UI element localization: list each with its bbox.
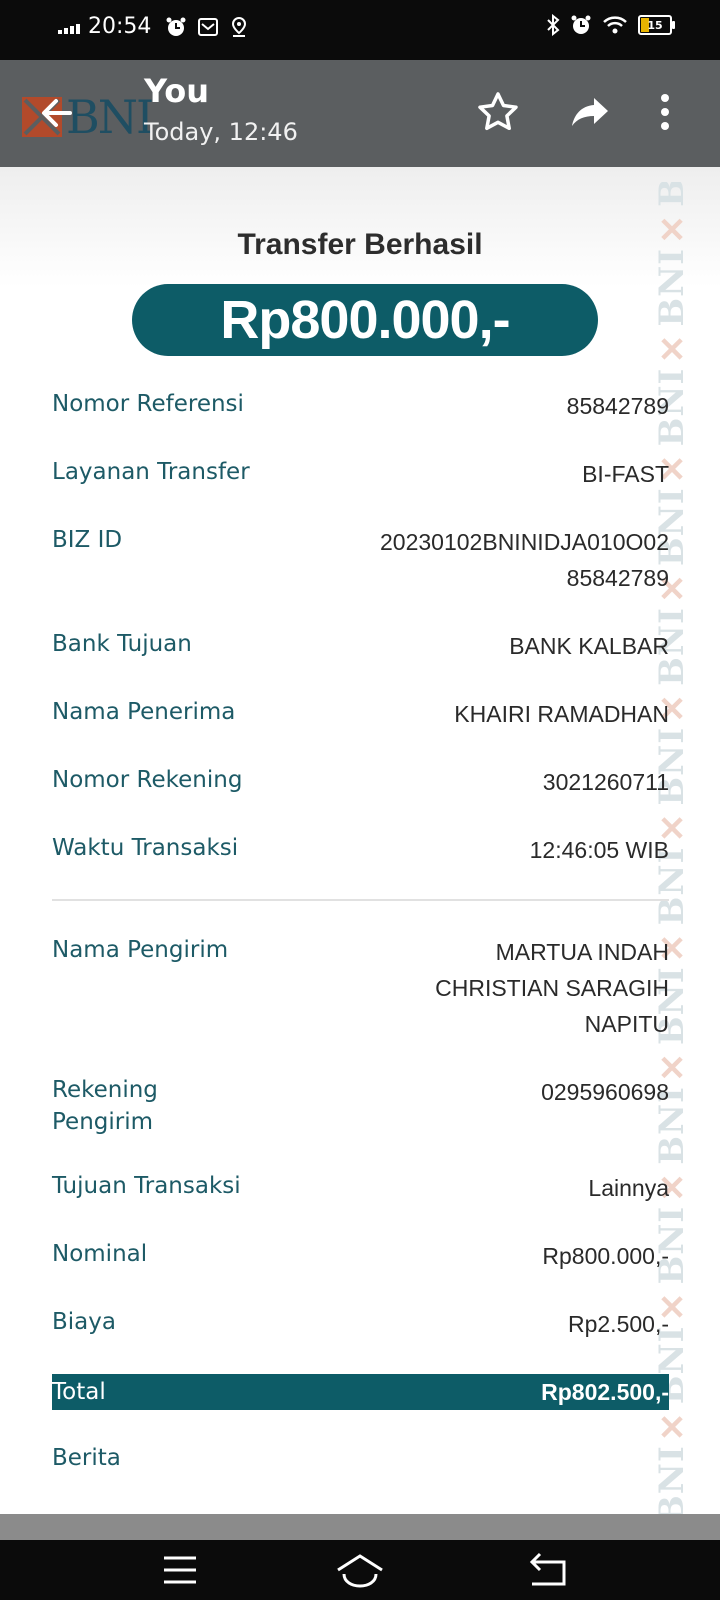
- detail-value: BANK KALBAR: [509, 633, 669, 659]
- back-arrow-icon: [42, 99, 72, 127]
- alarm-icon: [166, 17, 186, 36]
- menu-icon: [164, 1556, 196, 1584]
- detail-row-recipient: Nama Penerima KHAIRI RAMADHAN: [52, 696, 669, 732]
- home-button[interactable]: [330, 1550, 390, 1590]
- battery-level: 15: [647, 18, 663, 32]
- back-icon: [529, 1552, 566, 1586]
- detail-row-biz-id: BIZ ID 20230102BNINIDJA010O02 85842789: [52, 524, 669, 596]
- detail-label: Tujuan Transaksi: [52, 1173, 241, 1199]
- transfer-amount: Rp800.000,-: [132, 284, 598, 356]
- detail-value: 85842789: [566, 393, 669, 419]
- detail-label: Layanan Transfer: [52, 459, 250, 485]
- detail-row-purpose: Tujuan Transaksi Lainnya: [52, 1170, 669, 1206]
- detail-label: BIZ ID: [52, 527, 123, 553]
- clock: 20:54: [88, 14, 152, 39]
- detail-label: Biaya: [52, 1309, 116, 1335]
- media-bottom-bar: [0, 1514, 720, 1540]
- section-divider: [52, 899, 669, 901]
- home-icon: [337, 1554, 383, 1588]
- total-row: Total Rp802.500,-: [52, 1374, 669, 1410]
- chat-subtitle: Today, 12:46: [144, 118, 298, 146]
- chat-title: You: [144, 72, 209, 110]
- detail-label: Nomor Referensi: [52, 391, 244, 417]
- detail-row-account: Nomor Rekening 3021260711: [52, 764, 669, 800]
- detail-value: Lainnya: [588, 1175, 669, 1201]
- share-button[interactable]: [566, 88, 614, 136]
- detail-label: Nominal: [52, 1241, 148, 1267]
- detail-row-sender-name: Nama Pengirim MARTUA INDAH CHRISTIAN SARA…: [52, 934, 669, 1042]
- detail-label: Berita: [52, 1445, 121, 1471]
- detail-label: Waktu Transaksi: [52, 835, 239, 861]
- detail-row-bank: Bank Tujuan BANK KALBAR: [52, 628, 669, 664]
- bni-logo-text: BNI: [66, 90, 154, 144]
- detail-value: BI-FAST: [582, 461, 669, 487]
- detail-label: Bank Tujuan: [52, 631, 192, 657]
- wifi-icon: [603, 16, 627, 34]
- detail-row-note: Berita: [52, 1442, 669, 1474]
- status-bar: 20:54 15: [0, 0, 720, 60]
- detail-row-sender-account: Rekening Pengirim 0295960698: [52, 1074, 669, 1138]
- battery-icon: 15: [638, 15, 675, 35]
- detail-value: 20230102BNINIDJA010O02 85842789: [380, 529, 669, 591]
- detail-value: 3021260711: [542, 769, 669, 795]
- more-button[interactable]: [652, 88, 678, 136]
- detail-label: Nomor Rekening: [52, 767, 243, 793]
- location-icon: [232, 16, 247, 37]
- more-icon: [661, 94, 669, 130]
- total-value: Rp802.500,-: [541, 1378, 669, 1405]
- detail-value: KHAIRI RAMADHAN: [454, 701, 669, 727]
- detail-row-reference: Nomor Referensi 85842789: [52, 388, 669, 424]
- detail-row-time: Waktu Transaksi 12:46:05 WIB: [52, 832, 669, 868]
- star-button[interactable]: [474, 88, 522, 136]
- detail-label: Nama Pengirim: [52, 937, 229, 963]
- detail-row-nominal: Nominal Rp800.000,-: [52, 1238, 669, 1274]
- receipt-title: Transfer Berhasil: [237, 228, 483, 261]
- detail-label: Rekening Pengirim: [52, 1077, 158, 1135]
- bluetooth-icon: [547, 14, 560, 36]
- detail-row-service: Layanan Transfer BI-FAST: [52, 456, 669, 492]
- star-icon: [478, 92, 518, 131]
- recent-apps-button[interactable]: [150, 1550, 210, 1590]
- system-back-button[interactable]: [518, 1550, 578, 1590]
- back-button[interactable]: [36, 92, 78, 134]
- detail-value: 0295960698: [541, 1079, 669, 1105]
- detail-value: MARTUA INDAH CHRISTIAN SARAGIH NAPITU: [435, 939, 669, 1037]
- detail-value: Rp2.500,-: [567, 1311, 669, 1337]
- signal-icon: [58, 20, 80, 34]
- detail-label: Nama Penerima: [52, 699, 236, 725]
- status-right: 15: [546, 14, 675, 36]
- share-icon: [572, 98, 608, 126]
- mail-icon: [198, 17, 219, 36]
- status-left: 20:54: [58, 14, 249, 39]
- total-label: Total: [52, 1379, 106, 1405]
- detail-row-fee: Biaya Rp2.500,-: [52, 1306, 669, 1342]
- alarm-icon: [571, 15, 591, 34]
- detail-value: Rp800.000,-: [542, 1243, 669, 1269]
- system-nav-bar: [0, 1540, 720, 1600]
- detail-value: 12:46:05 WIB: [529, 837, 669, 863]
